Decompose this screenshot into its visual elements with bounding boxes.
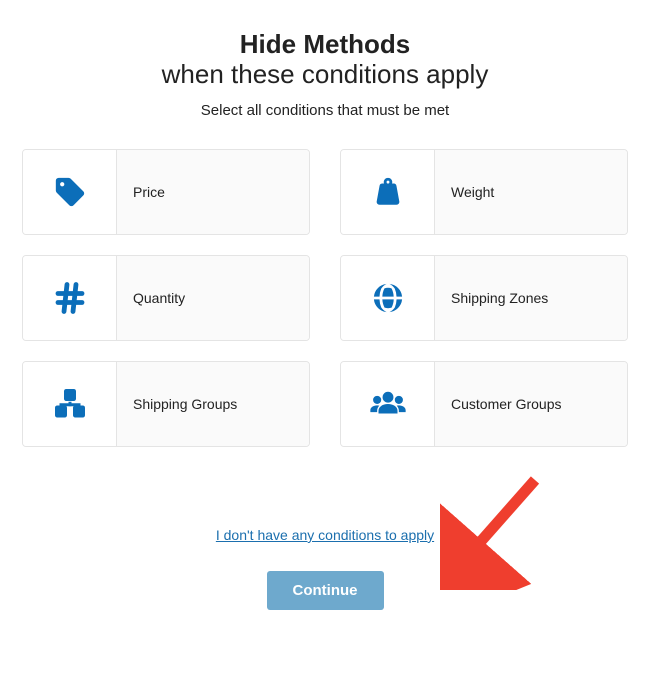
continue-button[interactable]: Continue	[267, 571, 384, 610]
condition-label: Quantity	[117, 256, 309, 340]
condition-label: Shipping Groups	[117, 362, 309, 446]
condition-label: Shipping Zones	[435, 256, 627, 340]
users-icon	[341, 362, 435, 446]
hash-icon	[23, 256, 117, 340]
page-subtitle: when these conditions apply	[20, 60, 630, 90]
footer: I don't have any conditions to apply Con…	[20, 527, 630, 610]
skip-conditions-link[interactable]: I don't have any conditions to apply	[216, 527, 434, 543]
tag-icon	[23, 150, 117, 234]
condition-card-shipping-groups[interactable]: Shipping Groups	[22, 361, 310, 447]
condition-card-customer-groups[interactable]: Customer Groups	[340, 361, 628, 447]
condition-label: Weight	[435, 150, 627, 234]
header: Hide Methods when these conditions apply	[20, 30, 630, 90]
condition-card-price[interactable]: Price	[22, 149, 310, 235]
condition-card-weight[interactable]: Weight	[340, 149, 628, 235]
globe-icon	[341, 256, 435, 340]
condition-card-quantity[interactable]: Quantity	[22, 255, 310, 341]
instruction-text: Select all conditions that must be met	[20, 102, 630, 119]
weight-icon	[341, 150, 435, 234]
boxes-icon	[23, 362, 117, 446]
condition-card-shipping-zones[interactable]: Shipping Zones	[340, 255, 628, 341]
condition-label: Price	[117, 150, 309, 234]
page-title: Hide Methods	[20, 30, 630, 60]
condition-label: Customer Groups	[435, 362, 627, 446]
conditions-grid: Price Weight Quantity Shipping Zones Shi…	[20, 149, 630, 447]
